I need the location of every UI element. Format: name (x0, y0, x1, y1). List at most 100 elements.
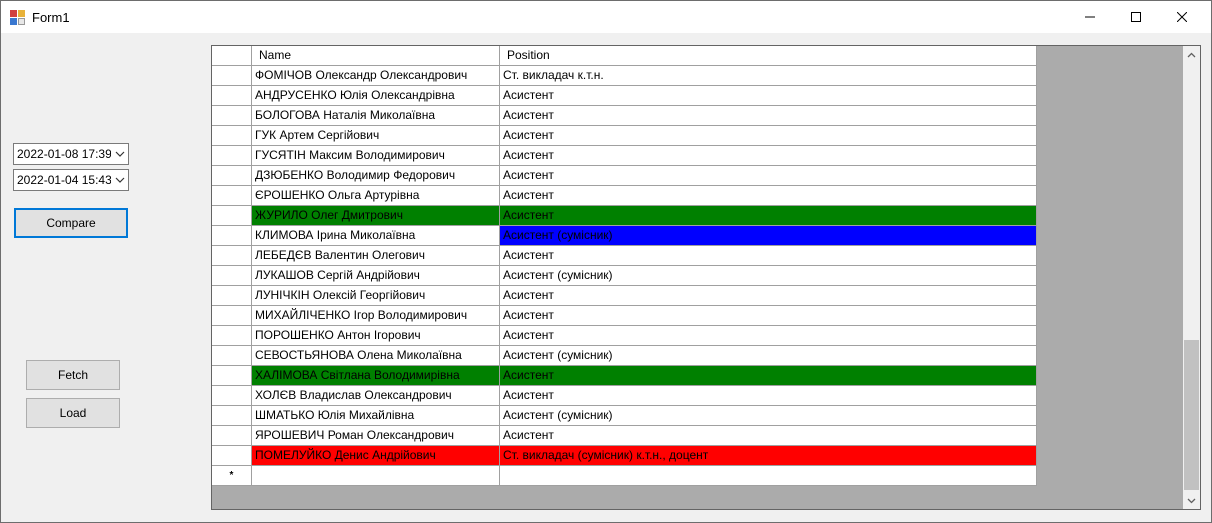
row-header[interactable] (212, 326, 252, 346)
row-header[interactable] (212, 246, 252, 266)
minimize-button[interactable] (1067, 1, 1113, 33)
name-cell[interactable]: ЯРОШЕВИЧ Роман Олександрович (252, 426, 500, 446)
name-cell[interactable]: ПОМЕЛУЙКО Денис Андрійович (252, 446, 500, 466)
table-row[interactable]: БОЛОГОВА Наталія Миколаївна Асистент (212, 106, 1037, 126)
position-cell[interactable]: Асистент (500, 146, 1037, 166)
chevron-down-icon[interactable] (111, 144, 128, 164)
position-cell[interactable]: Асистент (500, 186, 1037, 206)
position-cell[interactable]: Асистент (500, 166, 1037, 186)
column-header-position[interactable]: Position (500, 46, 1037, 66)
position-cell[interactable]: Асистент (500, 106, 1037, 126)
name-cell[interactable]: МИХАЙЛІЧЕНКО Ігор Володимирович (252, 306, 500, 326)
data-grid[interactable]: Name Position ФОМІЧОВ Олександр Олександ… (211, 45, 1201, 510)
table-row[interactable]: АНДРУСЕНКО Юлія Олександрівна Асистент (212, 86, 1037, 106)
position-cell[interactable]: Асистент (500, 86, 1037, 106)
position-cell[interactable]: Асистент (500, 426, 1037, 446)
table-row[interactable]: ЛЕБЕДЄВ Валентин Олегович Асистент (212, 246, 1037, 266)
name-cell[interactable]: БОЛОГОВА Наталія Миколаївна (252, 106, 500, 126)
row-header[interactable] (212, 226, 252, 246)
row-header[interactable] (212, 66, 252, 86)
load-button[interactable]: Load (26, 398, 120, 428)
compare-button[interactable]: Compare (14, 208, 128, 238)
table-row[interactable]: ШМАТЬКО Юлія Михайлівна Асистент (сумісни… (212, 406, 1037, 426)
date-picker-from[interactable]: 2022-01-08 17:39:3 (13, 143, 129, 165)
scroll-down-icon[interactable] (1183, 492, 1200, 509)
row-header[interactable] (212, 266, 252, 286)
position-cell[interactable]: Асистент (сумісник) (500, 266, 1037, 286)
table-row[interactable]: ХАЛІМОВА Світлана Володимирівна Асистент (212, 366, 1037, 386)
position-cell[interactable]: Асистент (500, 126, 1037, 146)
row-header[interactable] (212, 206, 252, 226)
position-cell[interactable]: Асистент (500, 206, 1037, 226)
row-header[interactable] (212, 346, 252, 366)
row-header[interactable] (212, 426, 252, 446)
table-row[interactable]: ЯРОШЕВИЧ Роман Олександрович Асистент (212, 426, 1037, 446)
table-row[interactable]: ФОМІЧОВ Олександр Олександрович Ст. викла… (212, 66, 1037, 86)
table-row[interactable]: ЛУНІЧКІН Олексій Георгійович Асистент (212, 286, 1037, 306)
new-row[interactable]: * (212, 466, 1037, 486)
close-button[interactable] (1159, 1, 1205, 33)
position-cell[interactable]: Асистент (сумісник) (500, 346, 1037, 366)
position-cell[interactable]: Асистент (500, 286, 1037, 306)
position-cell[interactable]: Асистент (сумісник) (500, 406, 1037, 426)
table-row[interactable]: СЕВОСТЬЯНОВА Олена Миколаївна Асистент (с… (212, 346, 1037, 366)
title-bar[interactable]: Form1 (1, 1, 1211, 33)
position-cell[interactable]: Асистент (500, 386, 1037, 406)
table-row[interactable]: ПОРОШЕНКО Антон Ігорович Асистент (212, 326, 1037, 346)
position-cell[interactable]: Ст. викладач к.т.н. (500, 66, 1037, 86)
fetch-button[interactable]: Fetch (26, 360, 120, 390)
table-row[interactable]: ХОЛЄВ Владислав Олександрович Асистент (212, 386, 1037, 406)
row-header[interactable] (212, 286, 252, 306)
table-row[interactable]: ДЗЮБЕНКО Володимир Федорович Асистент (212, 166, 1037, 186)
table-row[interactable]: ЖУРИЛО Олег Дмитрович Асистент (212, 206, 1037, 226)
vertical-scrollbar[interactable] (1183, 46, 1200, 509)
position-cell[interactable]: Асистент (500, 246, 1037, 266)
table-row[interactable]: ЛУКАШОВ Сергій Андрійович Асистент (суміс… (212, 266, 1037, 286)
name-cell[interactable]: КЛИМОВА Ірина Миколаївна (252, 226, 500, 246)
new-row-marker[interactable]: * (212, 466, 252, 486)
row-header[interactable] (212, 306, 252, 326)
name-cell[interactable]: ЄРОШЕНКО Ольга Артурівна (252, 186, 500, 206)
table-row[interactable]: МИХАЙЛІЧЕНКО Ігор Володимирович Асистент (212, 306, 1037, 326)
date-picker-to[interactable]: 2022-01-04 15:43:4 (13, 169, 129, 191)
position-cell[interactable]: Асистент (сумісник) (500, 226, 1037, 246)
row-header[interactable] (212, 366, 252, 386)
position-cell[interactable]: Асистент (500, 306, 1037, 326)
new-position-cell[interactable] (500, 466, 1037, 486)
row-header[interactable] (212, 446, 252, 466)
row-header[interactable] (212, 386, 252, 406)
row-header[interactable] (212, 186, 252, 206)
name-cell[interactable]: ГУК Артем Сергійович (252, 126, 500, 146)
name-cell[interactable]: ЛУНІЧКІН Олексій Георгійович (252, 286, 500, 306)
row-header[interactable] (212, 406, 252, 426)
name-cell[interactable]: ХОЛЄВ Владислав Олександрович (252, 386, 500, 406)
column-header-name[interactable]: Name (252, 46, 500, 66)
name-cell[interactable]: ЛЕБЕДЄВ Валентин Олегович (252, 246, 500, 266)
chevron-down-icon[interactable] (111, 170, 128, 190)
name-cell[interactable]: ГУСЯТІН Максим Володимирович (252, 146, 500, 166)
table-row[interactable]: ПОМЕЛУЙКО Денис Андрійович Ст. викладач (… (212, 446, 1037, 466)
row-header[interactable] (212, 86, 252, 106)
table-row[interactable]: КЛИМОВА Ірина Миколаївна Асистент (сумісн… (212, 226, 1037, 246)
new-name-cell[interactable] (252, 466, 500, 486)
row-header[interactable] (212, 146, 252, 166)
name-cell[interactable]: ХАЛІМОВА Світлана Володимирівна (252, 366, 500, 386)
name-cell[interactable]: ПОРОШЕНКО Антон Ігорович (252, 326, 500, 346)
table-row[interactable]: ЄРОШЕНКО Ольга Артурівна Асистент (212, 186, 1037, 206)
table-row[interactable]: ГУСЯТІН Максим Володимирович Асистент (212, 146, 1037, 166)
row-header[interactable] (212, 106, 252, 126)
name-cell[interactable]: ФОМІЧОВ Олександр Олександрович (252, 66, 500, 86)
name-cell[interactable]: ШМАТЬКО Юлія Михайлівна (252, 406, 500, 426)
maximize-button[interactable] (1113, 1, 1159, 33)
position-cell[interactable]: Асистент (500, 366, 1037, 386)
scroll-up-icon[interactable] (1183, 46, 1200, 63)
row-header[interactable] (212, 126, 252, 146)
position-cell[interactable]: Ст. викладач (сумісник) к.т.н., доцент (500, 446, 1037, 466)
name-cell[interactable]: АНДРУСЕНКО Юлія Олександрівна (252, 86, 500, 106)
name-cell[interactable]: СЕВОСТЬЯНОВА Олена Миколаївна (252, 346, 500, 366)
name-cell[interactable]: ДЗЮБЕНКО Володимир Федорович (252, 166, 500, 186)
row-header-corner[interactable] (212, 46, 252, 66)
name-cell[interactable]: ЛУКАШОВ Сергій Андрійович (252, 266, 500, 286)
name-cell[interactable]: ЖУРИЛО Олег Дмитрович (252, 206, 500, 226)
position-cell[interactable]: Асистент (500, 326, 1037, 346)
